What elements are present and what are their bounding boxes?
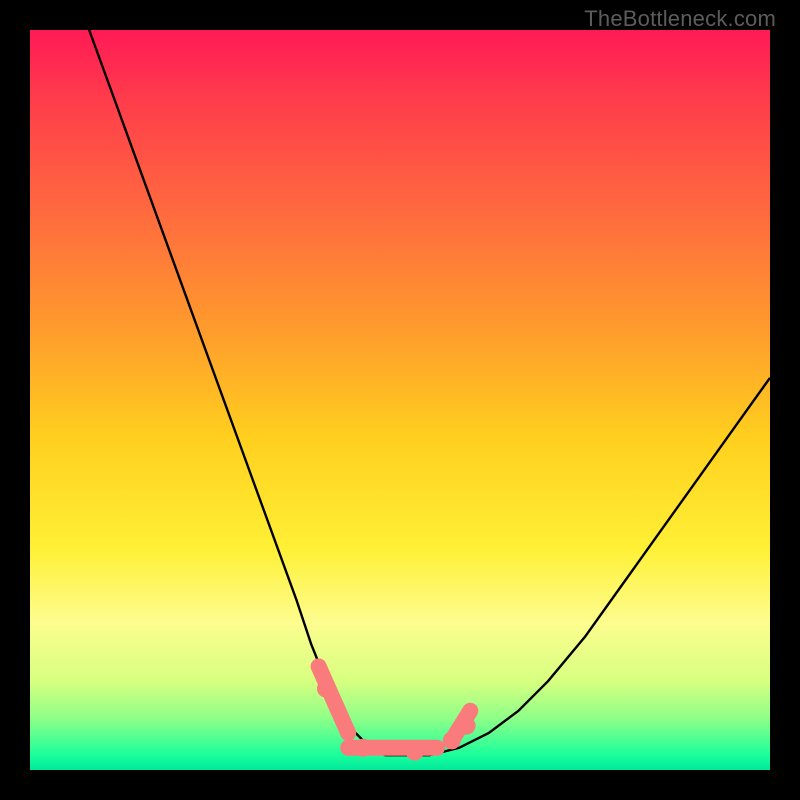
dot-flat-a [354,739,372,757]
dot-right-b [458,717,476,735]
chart-frame: TheBottleneck.com [0,0,800,800]
chart-svg [30,30,770,770]
dot-flat-b [406,743,424,761]
worm-left [319,666,349,733]
dot-right-a [443,731,461,749]
watermark-text: TheBottleneck.com [584,6,776,32]
bottleneck-curve [89,30,770,755]
dot-left [317,680,335,698]
plot-area [30,30,770,770]
